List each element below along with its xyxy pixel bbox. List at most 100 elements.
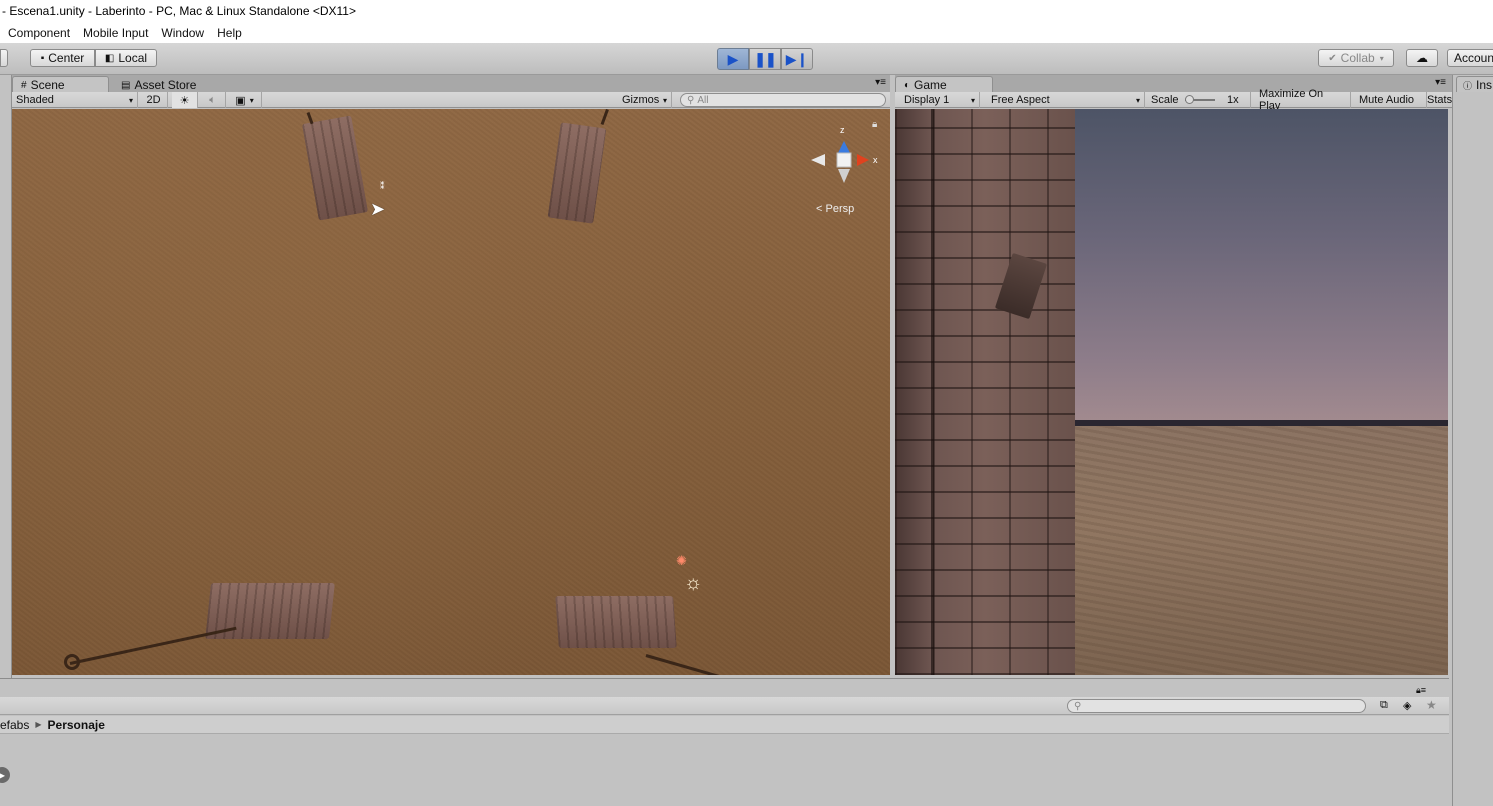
scale-value: 1x — [1227, 94, 1239, 106]
scene-rod-object — [69, 626, 237, 665]
tab-scene[interactable]: # Scene — [12, 76, 109, 92]
game-stone-wall — [895, 109, 1075, 675]
shading-mode-label: Shaded — [16, 94, 54, 106]
menu-mobile-input[interactable]: Mobile Input — [83, 26, 148, 40]
breadcrumb-item[interactable]: efabs — [0, 718, 29, 732]
search-icon: ⚲ — [1074, 700, 1082, 712]
space-local-button[interactable]: ◧ Local — [95, 49, 157, 67]
scene-block-object[interactable] — [547, 122, 607, 224]
transform-tool-edge[interactable] — [0, 49, 8, 67]
step-button[interactable]: ▶❙ — [781, 48, 813, 70]
scene-rod-object — [645, 654, 743, 675]
orientation-gizmo[interactable]: z x — [805, 121, 883, 199]
gizmos-label: Gizmos — [622, 94, 660, 106]
space-label: Local — [118, 51, 148, 65]
persp-label[interactable]: < Persp — [816, 203, 854, 215]
tab-inspector-label: Ins — [1476, 78, 1493, 92]
lighting-toggle[interactable]: ☀ — [172, 92, 198, 108]
main-toolbar: ▪ Center ◧ Local ▶ ❚❚ ▶❙ ✔ Collab ▾ ☁ Accoun — [0, 43, 1493, 75]
scale-control: Scale 1x — [1147, 92, 1251, 108]
dropdown-arrow-icon: ▾ — [1379, 53, 1384, 63]
dropdown-arrow-icon: ▾ — [128, 95, 133, 105]
play-icon: ▶ — [727, 50, 739, 67]
filter-type-icon[interactable]: ⧉ — [1380, 699, 1388, 712]
scene-viewport[interactable]: ✺ ☼ ⁑ ➤ z x 🔒︎ < Persp — [12, 109, 890, 675]
scale-slider-handle[interactable] — [1185, 95, 1194, 104]
sun-gizmo-icon[interactable]: ☼ — [684, 572, 702, 595]
speaker-icon: 🔈︎ — [209, 93, 216, 106]
scene-search-input[interactable]: ⚲ All — [680, 93, 886, 107]
account-button[interactable]: Accoun — [1447, 49, 1493, 67]
game-wall-edge — [931, 109, 934, 675]
store-icon: ▤ — [121, 79, 131, 91]
audio-toggle[interactable]: 🔈︎ — [200, 92, 226, 108]
aspect-dropdown[interactable]: Free Aspect ▾ — [987, 92, 1145, 108]
pause-button[interactable]: ❚❚ — [749, 48, 781, 70]
label-tag-icon[interactable]: ◈ — [1403, 699, 1411, 712]
tab-asset-store[interactable]: ▤ Asset Store — [112, 76, 212, 92]
project-panel: 🔒︎≡ ⚲ ⧉ ◈ ★ efabs ▶ Personaje ▶ — [0, 678, 1449, 806]
breadcrumb-current[interactable]: Personaje — [48, 718, 105, 732]
grid-icon: # — [21, 79, 27, 91]
persp-label-text: Persp — [825, 203, 855, 215]
aspect-label: Free Aspect — [991, 94, 1050, 106]
maximize-on-play-toggle[interactable]: Maximize On Play — [1255, 88, 1351, 112]
tab-game[interactable]: ◐ Game — [895, 76, 993, 92]
prefab-item-icon[interactable]: ▶ — [0, 767, 10, 783]
mute-label: Mute Audio — [1359, 94, 1415, 106]
effects-dropdown[interactable]: ▣ ▾ — [228, 92, 262, 108]
pivot-label: Center — [48, 51, 85, 65]
scene-block-object[interactable] — [555, 596, 677, 648]
tab-game-label: Game — [914, 78, 947, 92]
sun-icon: ☀ — [179, 94, 190, 107]
display-dropdown[interactable]: Display 1 ▾ — [900, 92, 980, 108]
search-icon: ⚲ — [687, 94, 695, 106]
game-controller-icon: ◐ — [904, 79, 911, 91]
menu-bar: Component Mobile Input Window Help — [0, 22, 1493, 43]
axis-x-label: x — [873, 155, 878, 165]
display-label: Display 1 — [904, 94, 950, 106]
camera-marker-icon: ⁑ — [380, 181, 385, 191]
pivot-icon: ▪ — [40, 52, 45, 64]
game-panel-header: ◐ Game ▾≡ Display 1 ▾ Free Aspect ▾ Scale 1… — [895, 75, 1452, 112]
pivot-center-button[interactable]: ▪ Center — [30, 49, 95, 67]
gizmos-dropdown[interactable]: Gizmos ▾ — [618, 92, 672, 108]
step-icon: ▶❙ — [785, 50, 809, 67]
account-label: Accoun — [1454, 51, 1493, 65]
favorite-star-icon[interactable]: ★ — [1426, 698, 1437, 712]
dropdown-arrow-icon: ▾ — [662, 95, 667, 105]
mute-audio-toggle[interactable]: Mute Audio — [1355, 92, 1427, 108]
shading-mode-dropdown[interactable]: Shaded ▾ — [12, 92, 138, 108]
scale-label: Scale — [1151, 94, 1179, 106]
left-dock-strip — [0, 75, 12, 678]
panel-menu-icon[interactable]: ▾≡ — [875, 77, 886, 88]
menu-help[interactable]: Help — [217, 26, 242, 40]
scene-block-object[interactable] — [301, 115, 369, 221]
tab-inspector[interactable]: ⓘ Ins — [1456, 76, 1493, 92]
play-button[interactable]: ▶ — [717, 48, 749, 70]
collab-button[interactable]: ✔ Collab ▾ — [1318, 49, 1394, 67]
lock-icon[interactable]: 🔒︎ — [872, 119, 877, 130]
cloud-button[interactable]: ☁ — [1406, 49, 1438, 67]
light-gizmo-icon[interactable]: ✺ — [676, 553, 687, 569]
menu-window[interactable]: Window — [161, 26, 204, 40]
game-viewport[interactable] — [895, 109, 1448, 675]
menu-component[interactable]: Component — [8, 26, 70, 40]
window-title: - Escena1.unity - Laberinto - PC, Mac & … — [0, 0, 1493, 22]
panel-lock-icon[interactable]: 🔒︎≡ — [1416, 685, 1426, 696]
stats-label: Stats — [1427, 94, 1452, 106]
stats-toggle[interactable]: Stats — [1423, 92, 1452, 108]
dropdown-arrow-icon: ▾ — [249, 95, 254, 105]
cloud-icon: ☁ — [1416, 51, 1428, 65]
panel-menu-icon[interactable]: ▾≡ — [1435, 77, 1446, 88]
inspector-panel: ⓘ Ins — [1452, 75, 1493, 806]
project-search-input[interactable]: ⚲ — [1067, 699, 1366, 713]
chevron-right-icon: ▶ — [35, 720, 42, 729]
toggle-2d-label: 2D — [146, 94, 161, 106]
breadcrumb: efabs ▶ Personaje — [0, 716, 1449, 734]
toggle-2d-button[interactable]: 2D — [140, 92, 168, 108]
scene-ring-object — [64, 654, 80, 670]
dropdown-arrow-icon: ▾ — [970, 95, 975, 105]
axis-z-label: z — [840, 125, 845, 135]
pause-icon: ❚❚ — [754, 50, 776, 67]
